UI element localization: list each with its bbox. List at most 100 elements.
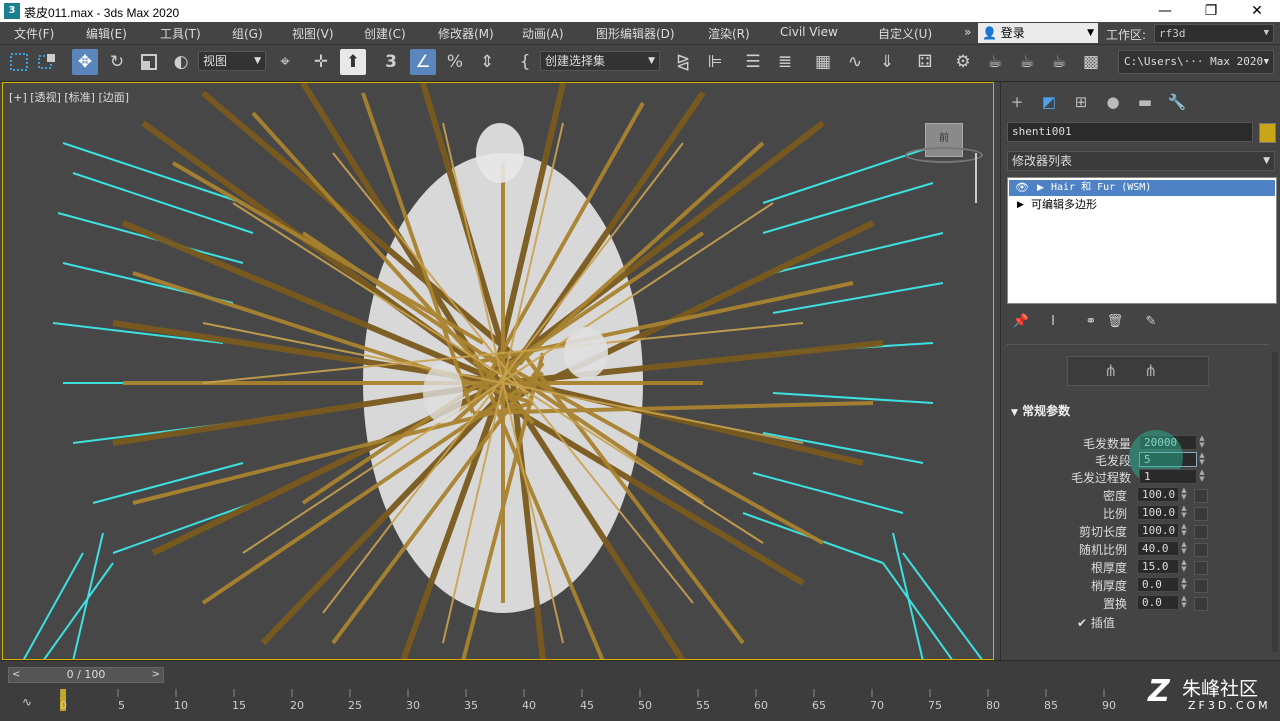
spinner-snap-icon[interactable]: ⇕	[474, 49, 500, 75]
render-setup-icon[interactable]: ⚙	[950, 49, 976, 75]
track-bar[interactable]: 0 5 10 15 20 25 30 35 40 45 50 55 60 65 …	[60, 689, 1280, 719]
render-iterative-icon[interactable]: ☕	[1046, 49, 1072, 75]
interpolate-checkbox[interactable]: ✔ 插值	[1077, 614, 1115, 631]
material-editor-icon[interactable]: ⚃	[912, 49, 938, 75]
object-name-field[interactable]: shenti001	[1007, 122, 1253, 142]
hair-passes-field[interactable]: 1	[1139, 469, 1197, 484]
expand-arrow-icon[interactable]: ▶	[1037, 180, 1044, 196]
map-button[interactable]	[1194, 507, 1208, 521]
viewport-label[interactable]: [+] [透视] [标准] [边面]	[9, 89, 129, 105]
layer-explorer-icon[interactable]: ≣	[772, 49, 798, 75]
angle-snap-icon[interactable]: ∠	[410, 49, 436, 75]
menu-customize[interactable]: 自定义(U)	[878, 25, 932, 42]
align-icon[interactable]: ⊫	[702, 49, 728, 75]
command-panel-scrollbar[interactable]	[1272, 352, 1278, 652]
map-button[interactable]	[1194, 561, 1208, 575]
root-thick-field[interactable]: 15.0	[1137, 559, 1179, 574]
modify-tab-icon[interactable]: ◩	[1037, 90, 1061, 114]
menu-more-icon[interactable]: »	[964, 25, 971, 39]
menu-animation[interactable]: 动画(A)	[522, 25, 564, 42]
curve-editor-icon[interactable]: ∿	[842, 49, 868, 75]
object-color-swatch[interactable]	[1259, 123, 1276, 143]
minimize-icon[interactable]: —	[1142, 0, 1188, 22]
eye-icon[interactable]: 👁	[1015, 180, 1029, 196]
display-tab-icon[interactable]: ▬	[1133, 90, 1157, 114]
spinner-icon[interactable]: ▲ ▼	[1179, 595, 1189, 610]
edit-named-selection-icon[interactable]: {	[512, 49, 538, 75]
displacement-field[interactable]: 0.0	[1137, 595, 1179, 610]
curve-editor-toggle-icon[interactable]: ∿	[22, 695, 32, 709]
spinner-icon[interactable]: ▲ ▼	[1179, 505, 1189, 520]
hair-style-icon[interactable]: ⋔	[1144, 361, 1157, 380]
scale-field[interactable]: 100.0	[1137, 505, 1179, 520]
pin-stack-icon[interactable]: 📌	[1011, 312, 1031, 332]
menu-rendering[interactable]: 渲染(R)	[708, 25, 750, 42]
spinner-icon[interactable]: ▲ ▼	[1197, 469, 1207, 484]
reference-coord-combo[interactable]: 视图 ▼	[198, 51, 266, 71]
stack-item-editable-poly[interactable]: ▶ 可编辑多边形	[1009, 197, 1275, 213]
next-frame-icon[interactable]: >	[152, 668, 160, 682]
close-icon[interactable]: ✕	[1234, 0, 1280, 22]
random-scale-field[interactable]: 40.0	[1137, 541, 1179, 556]
cut-length-field[interactable]: 100.0	[1137, 523, 1179, 538]
schematic-view-icon[interactable]: ⇓	[874, 49, 900, 75]
spinner-icon[interactable]: ▲ ▼	[1197, 435, 1207, 450]
spinner-icon[interactable]: ▲ ▼	[1179, 559, 1189, 574]
menu-file[interactable]: 文件(F)	[14, 25, 54, 42]
map-button[interactable]	[1194, 597, 1208, 611]
login-button[interactable]: 👤 登录 ▼	[978, 23, 1098, 43]
placement-icon[interactable]: ◐	[168, 49, 194, 75]
motion-tab-icon[interactable]: ●	[1101, 90, 1125, 114]
map-button[interactable]	[1194, 489, 1208, 503]
scale-icon[interactable]	[136, 49, 162, 75]
render-in-cloud-icon[interactable]: ▩	[1078, 49, 1104, 75]
menu-modifiers[interactable]: 修改器(M)	[438, 25, 494, 42]
expand-arrow-icon[interactable]: ▶	[1017, 197, 1024, 213]
mirror-icon[interactable]: ⧎	[670, 49, 696, 75]
restore-icon[interactable]: ❐	[1188, 0, 1234, 22]
time-slider[interactable]: < 0 / 100 >	[8, 667, 164, 683]
configure-modifier-sets-icon[interactable]: ✎	[1141, 312, 1161, 332]
menu-edit[interactable]: 编辑(E)	[86, 25, 127, 42]
select-icon[interactable]	[6, 49, 32, 75]
hair-style-buttons[interactable]: ⋔ ⋔	[1067, 356, 1209, 386]
menu-group[interactable]: 组(G)	[232, 25, 263, 42]
stack-item-hair-fur[interactable]: 👁 ▶ Hair 和 Fur (WSM)	[1009, 180, 1275, 196]
ribbon-toggle-icon[interactable]: ▦	[810, 49, 836, 75]
general-params-rollout-header[interactable]: ▼ 常规参数	[1011, 402, 1070, 419]
make-unique-icon[interactable]: ⚭	[1081, 312, 1101, 332]
snaps-toggle-icon[interactable]: 3	[378, 49, 404, 75]
perspective-viewport[interactable]: [+] [透视] [标准] [边面] 前	[2, 82, 994, 660]
workspace-select[interactable]: rf3d ▼	[1154, 24, 1274, 43]
viewcube-compass-ring[interactable]	[905, 147, 983, 163]
menu-tools[interactable]: 工具(T)	[160, 25, 201, 42]
prev-frame-icon[interactable]: <	[12, 668, 20, 682]
spinner-icon[interactable]: ▲ ▼	[1197, 452, 1207, 467]
app-icon[interactable]: 3	[4, 3, 20, 19]
project-path-field[interactable]: C:\Users\··· Max 2020 ▼	[1118, 50, 1274, 74]
menu-civil-view[interactable]: Civil View	[780, 25, 838, 39]
named-selection-combo[interactable]: 创建选择集 ▼	[540, 51, 660, 71]
tip-thick-field[interactable]: 0.0	[1137, 577, 1179, 592]
spinner-icon[interactable]: ▲ ▼	[1179, 577, 1189, 592]
remove-modifier-icon[interactable]: 🗑	[1105, 312, 1125, 332]
map-button[interactable]	[1194, 579, 1208, 593]
spinner-icon[interactable]: ▲ ▼	[1179, 541, 1189, 556]
rotate-icon[interactable]: ↻	[104, 49, 130, 75]
modifier-list-dropdown[interactable]: 修改器列表 ▼	[1007, 151, 1275, 171]
move-icon[interactable]: ✥	[72, 49, 98, 75]
rendered-frame-window-icon[interactable]: ☕	[982, 49, 1008, 75]
menu-graph-editors[interactable]: 图形编辑器(D)	[596, 25, 675, 42]
select-region-icon[interactable]	[34, 49, 60, 75]
menu-create[interactable]: 创建(C)	[364, 25, 406, 42]
spinner-icon[interactable]: ▲ ▼	[1179, 487, 1189, 502]
show-end-result-icon[interactable]: Ⅰ	[1043, 312, 1063, 332]
keyboard-shortcut-override-icon[interactable]: ⬆	[340, 49, 366, 75]
hair-style-icon[interactable]: ⋔	[1104, 361, 1117, 380]
render-production-icon[interactable]: ☕	[1014, 49, 1040, 75]
utilities-tab-icon[interactable]: 🔧	[1165, 90, 1189, 114]
density-field[interactable]: 100.0	[1137, 487, 1179, 502]
map-button[interactable]	[1194, 543, 1208, 557]
menu-views[interactable]: 视图(V)	[292, 25, 334, 42]
percent-snap-icon[interactable]: %	[442, 49, 468, 75]
